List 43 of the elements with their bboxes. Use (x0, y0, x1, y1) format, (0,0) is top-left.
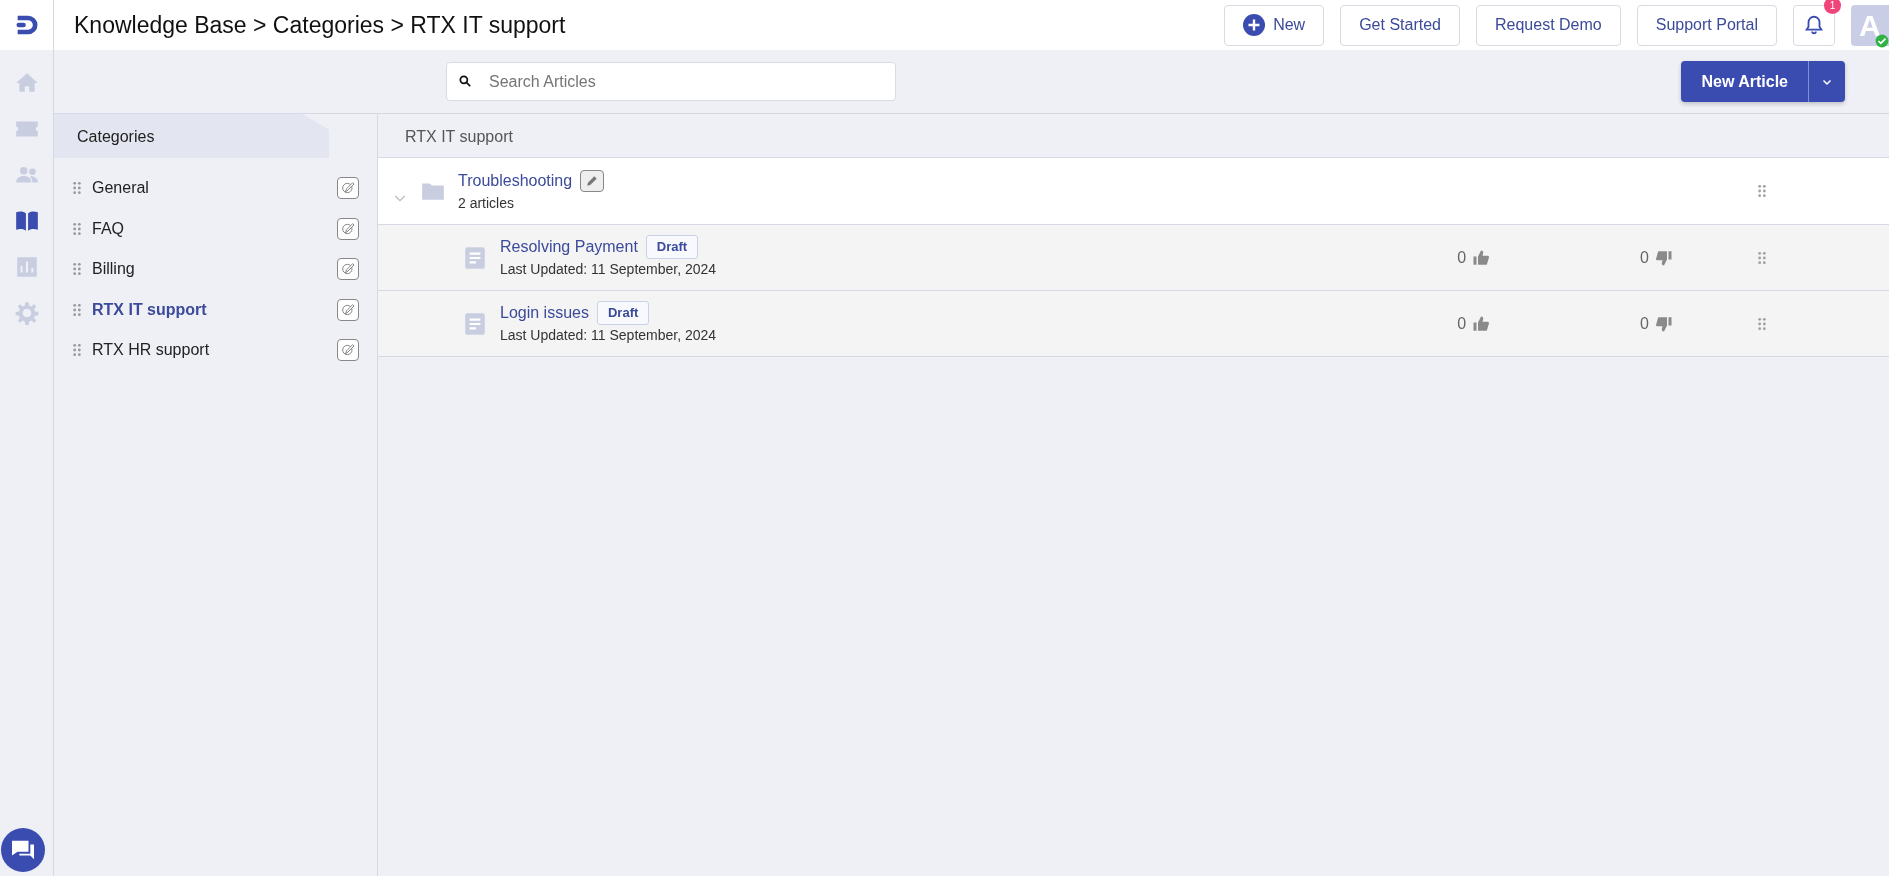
dislike-count: 0 (1640, 247, 1649, 268)
edit-button[interactable] (337, 258, 359, 281)
like-count: 0 (1457, 247, 1467, 268)
category-item[interactable]: General (92, 176, 337, 201)
article-title[interactable]: Login issues (500, 301, 589, 325)
pencil-icon (585, 173, 600, 188)
dislike-count: 0 (1640, 313, 1649, 334)
like-count: 0 (1457, 313, 1467, 334)
thumbs-up-icon[interactable] (1472, 314, 1491, 333)
article-title[interactable]: Resolving Payment (500, 235, 638, 259)
edit-icon (340, 301, 356, 318)
top-button[interactable]: Get Started (1340, 4, 1460, 46)
edit-button[interactable] (337, 298, 359, 321)
chat-button[interactable] (0, 828, 45, 872)
top-button[interactable]: Support Portal (1636, 4, 1777, 46)
notification-count: 1 (1824, 0, 1841, 14)
last-updated: Last Updated: 11 September, 2024 (500, 326, 717, 345)
document-icon (462, 310, 488, 337)
top-button[interactable]: Request Demo (1476, 4, 1621, 46)
new-button[interactable]: New (1224, 4, 1325, 46)
category-item[interactable]: Billing (92, 257, 337, 282)
thumbs-up-icon[interactable] (1472, 248, 1491, 267)
breadcrumb: Knowledge Base > Categories > RTX IT support (74, 10, 567, 40)
thumbs-down-icon[interactable] (1655, 248, 1673, 267)
edit-button[interactable] (580, 169, 605, 192)
edit-button[interactable] (337, 217, 359, 240)
status-badge: Draft (645, 235, 699, 259)
edit-button[interactable] (337, 339, 359, 362)
category-item[interactable]: RTX IT support (92, 297, 337, 322)
status-badge: Draft (596, 301, 650, 325)
bell-icon (1803, 14, 1825, 36)
document-icon (462, 244, 488, 271)
category-item[interactable]: RTX HR support (92, 338, 337, 363)
category-item[interactable]: FAQ (92, 216, 337, 241)
thumbs-down-icon[interactable] (1655, 314, 1673, 333)
gear-icon[interactable] (13, 300, 40, 326)
plus-icon (1243, 14, 1266, 36)
edit-icon (340, 220, 356, 237)
article-count: 2 articles (458, 193, 516, 213)
search-field[interactable]: Search Articles (446, 62, 896, 101)
last-updated: Last Updated: 11 September, 2024 (500, 260, 717, 279)
folder-title[interactable]: Troubleshooting (458, 168, 573, 193)
edit-button[interactable] (337, 177, 359, 200)
